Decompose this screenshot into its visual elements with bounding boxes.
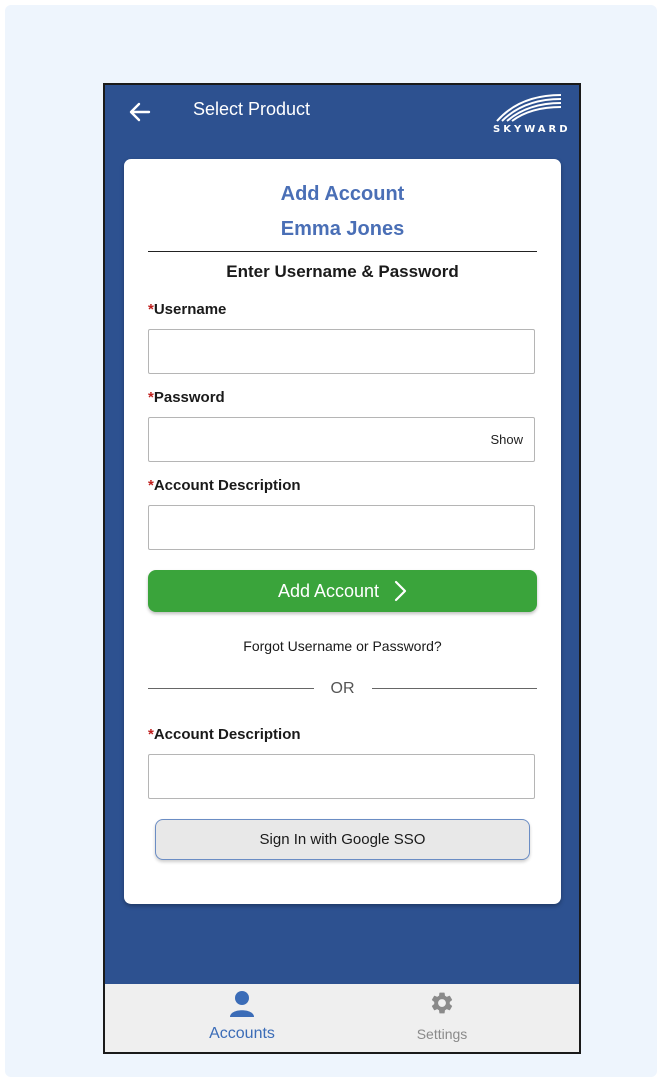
username-label: *Username: [148, 301, 226, 318]
or-separator: OR: [148, 679, 537, 699]
username-field-box: [148, 329, 535, 374]
separator-line-right: [372, 688, 537, 689]
nav-item-accounts[interactable]: Accounts: [172, 984, 312, 1052]
card-title: Add Account: [280, 183, 405, 205]
sso-description-label: *Account Description: [148, 726, 301, 743]
google-sso-button[interactable]: Sign In with Google SSO: [155, 819, 530, 860]
page-title: Select Product: [193, 99, 311, 119]
add-account-button[interactable]: Add Account: [148, 570, 537, 612]
add-account-button-label: Add Account: [277, 580, 380, 601]
forgot-credentials-link[interactable]: Forgot Username or Password?: [124, 638, 561, 654]
gear-icon: [372, 990, 512, 1018]
person-icon: [172, 990, 312, 1018]
nav-item-settings[interactable]: Settings: [372, 984, 512, 1052]
add-account-card: Add Account Emma Jones Enter Username & …: [124, 159, 561, 904]
phone-screen: Select Product SKYWARD Add Account Emma …: [103, 83, 581, 1054]
skyward-logo: SKYWARD: [493, 91, 571, 135]
app-bar: Select Product SKYWARD: [105, 85, 579, 155]
username-label-text: Username: [153, 301, 227, 318]
nav-label-accounts: Accounts: [209, 1025, 275, 1042]
account-description-field[interactable]: [149, 506, 534, 549]
section-heading: Enter Username & Password: [226, 262, 459, 281]
show-password-button[interactable]: Show: [490, 432, 523, 447]
description-field-box: [148, 505, 535, 550]
password-label: *Password: [148, 389, 225, 406]
logo-wordmark: SKYWARD: [493, 124, 571, 135]
password-field[interactable]: [149, 418, 534, 461]
back-button[interactable]: [123, 95, 157, 129]
chevron-right-icon: [393, 580, 407, 602]
description-label-text: Account Description: [153, 477, 301, 494]
sso-description-label-text: Account Description: [153, 726, 301, 743]
account-holder-name: Emma Jones: [280, 218, 405, 240]
page-background: Select Product SKYWARD Add Account Emma …: [5, 5, 657, 1077]
skyward-swoosh-icon: [496, 94, 562, 122]
password-label-text: Password: [153, 389, 225, 406]
or-text: OR: [330, 680, 355, 697]
bottom-nav: Accounts Settings: [105, 984, 579, 1052]
username-field[interactable]: [149, 330, 534, 373]
password-field-box: Show: [148, 417, 535, 462]
description-label: *Account Description: [148, 477, 301, 494]
title-divider: [148, 251, 537, 252]
arrow-left-icon: [129, 102, 151, 122]
nav-label-settings: Settings: [416, 1026, 468, 1042]
sso-account-description-field[interactable]: [149, 755, 534, 798]
sso-description-field-box: [148, 754, 535, 799]
